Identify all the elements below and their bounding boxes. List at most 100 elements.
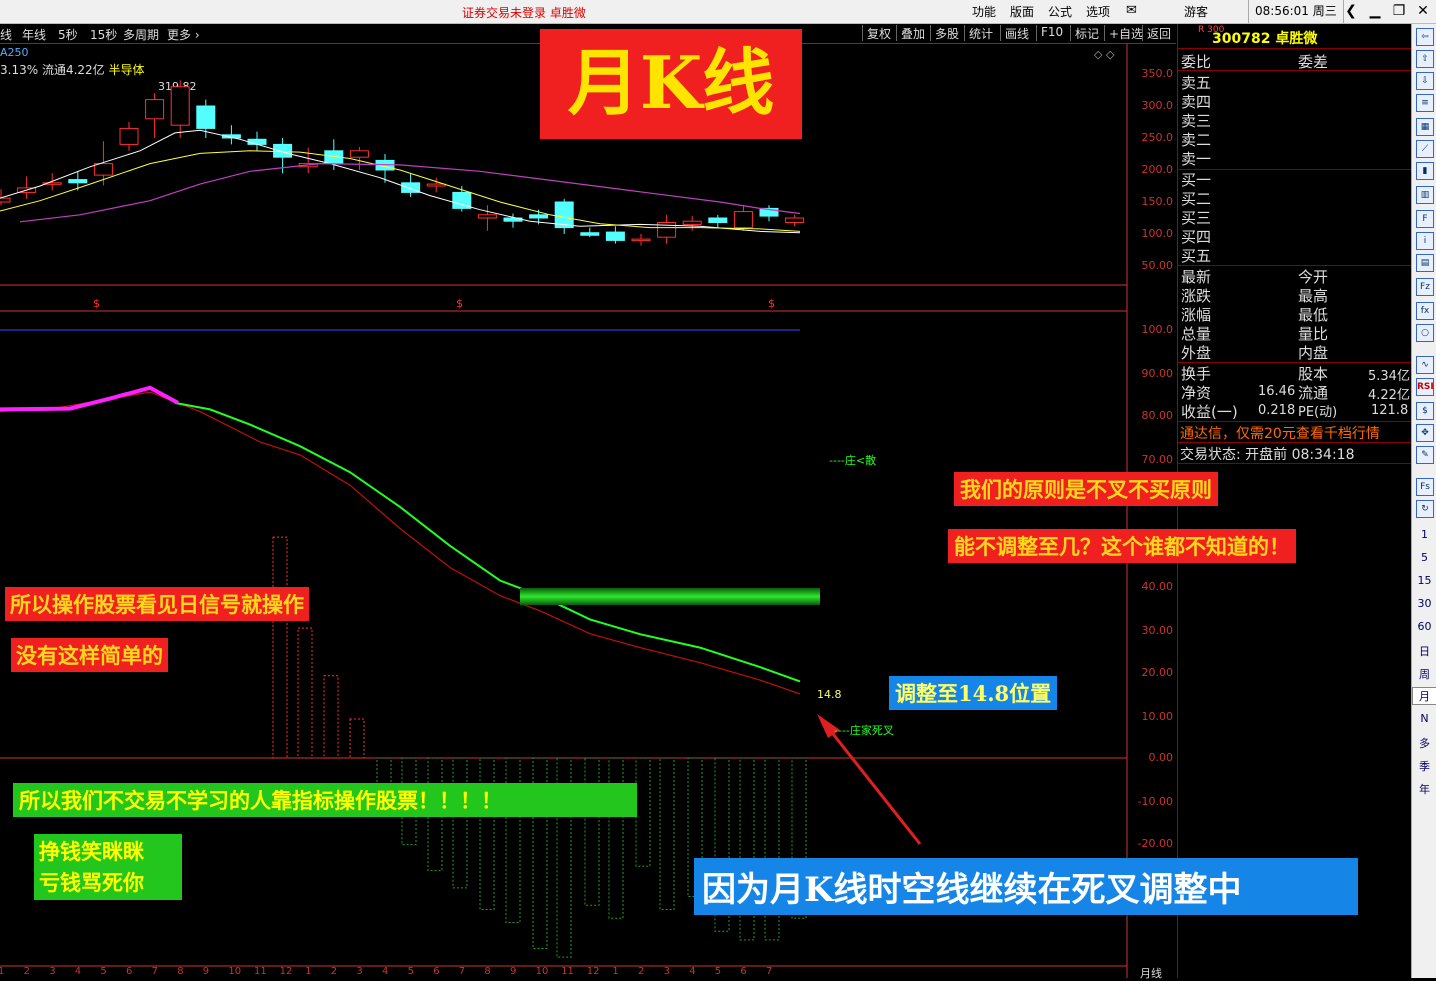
overlay-jokes: 挣钱笑眯眯 亏钱骂死你 (34, 834, 182, 900)
overlay-joke2: 亏钱骂死你 (39, 870, 144, 895)
minimize-icon[interactable]: ▁ (1364, 1, 1386, 21)
candle-body (708, 217, 728, 223)
kline-icon[interactable]: ▮ (1416, 162, 1434, 180)
signal-mark: $ (768, 297, 775, 310)
ind-tick: 0.00 (1148, 751, 1174, 764)
side-period-multi[interactable]: 多 (1412, 735, 1436, 751)
side-period-60[interactable]: 60 (1412, 620, 1436, 633)
close-icon[interactable]: ✕ (1412, 1, 1434, 21)
stat-latest: 最新 (1181, 268, 1212, 286)
ind-tick: 20.00 (1141, 666, 1174, 679)
move-icon[interactable]: ✥ (1416, 424, 1434, 442)
fin-netasset-label: 净资 (1181, 384, 1212, 402)
x-tick-label: 6 (126, 966, 133, 977)
price-tick: 50.00 (1141, 259, 1174, 272)
buy-2: 买二 (1181, 190, 1212, 208)
ind-tick: 30.00 (1141, 624, 1174, 637)
signal-mark: $ (456, 297, 463, 310)
axis-period-label: 月线 (1140, 967, 1162, 980)
price-tick: 350.0 (1141, 67, 1174, 80)
f10-icon[interactable]: F (1416, 210, 1434, 228)
stat-inner: 内盘 (1298, 344, 1329, 362)
table-icon[interactable]: ▦ (1416, 118, 1434, 136)
fs-icon[interactable]: Fs (1416, 478, 1434, 496)
fz-icon[interactable]: Fz (1416, 278, 1434, 296)
x-tick-label: 1 (305, 966, 312, 977)
candle-body (170, 86, 190, 126)
wave-icon[interactable]: ∿ (1416, 356, 1434, 374)
x-tick-label: 8 (484, 966, 491, 977)
restore-icon[interactable]: ❐ (1388, 1, 1410, 21)
buy-3: 买三 (1181, 209, 1212, 227)
list-icon[interactable]: ≡ (1416, 94, 1434, 112)
circle-icon[interactable]: ○ (1416, 324, 1434, 342)
fin-capital-value: 5.34亿 (1368, 369, 1410, 384)
doc-icon[interactable]: ▤ (1416, 254, 1434, 272)
price-tick: 300.0 (1141, 99, 1174, 112)
side-period-quarter[interactable]: 季 (1412, 758, 1436, 774)
side-period-day[interactable]: 日 (1412, 643, 1436, 659)
weibi-label: 委比 (1181, 53, 1212, 71)
fin-eps-label: 收益(一) (1181, 403, 1238, 421)
candle-body (247, 138, 267, 145)
x-tick-label: 12 (279, 966, 293, 977)
money-icon[interactable]: $ (1416, 402, 1434, 420)
candle-body (580, 232, 600, 236)
histogram-bar (376, 757, 392, 785)
x-tick-label: 2 (638, 966, 645, 977)
stat-high: 最高 (1298, 287, 1329, 305)
stock-name: 卓胜微 (1275, 31, 1318, 47)
side-period-month[interactable]: 月 (1412, 687, 1436, 705)
fin-float-value: 4.22亿 (1368, 388, 1410, 403)
x-tick-label: 9 (202, 966, 210, 977)
histogram-bar (323, 675, 339, 759)
histogram-bar (452, 757, 468, 889)
stat-outer: 外盘 (1181, 344, 1212, 362)
side-period-5[interactable]: 5 (1412, 551, 1436, 564)
side-period-15[interactable]: 15 (1412, 574, 1436, 587)
side-period-30[interactable]: 30 (1412, 597, 1436, 610)
pencil-icon[interactable]: ✎ (1416, 446, 1434, 464)
side-period-n[interactable]: N (1412, 712, 1436, 725)
promo-link[interactable]: 通达信，仅需20元查看千档行情 (1180, 423, 1380, 443)
buy-1: 买一 (1181, 171, 1212, 189)
info-icon[interactable]: i (1416, 232, 1434, 250)
overlay-op2: 没有这样简单的 (11, 638, 168, 672)
x-tick-label: 3 (356, 966, 363, 977)
bar-chart-icon[interactable]: ▥ (1416, 186, 1434, 204)
candle-body (631, 238, 651, 242)
nav-down-icon[interactable]: ⇩ (1416, 72, 1434, 90)
back-arrow-icon[interactable]: ❮ (1340, 1, 1362, 21)
x-tick-label: 9 (510, 966, 517, 977)
fx-icon[interactable]: fx (1416, 302, 1434, 320)
fin-eps-value: 0.218 (1258, 403, 1296, 418)
stat-vol-ratio: 量比 (1298, 325, 1329, 343)
ind-tick: 90.00 (1141, 367, 1174, 380)
weicha-label: 委差 (1298, 53, 1329, 71)
green-band (520, 588, 820, 605)
x-tick-label: 4 (689, 966, 696, 977)
x-tick-label: 1 (0, 966, 5, 977)
nav-left-icon[interactable]: ⇦ (1416, 28, 1434, 46)
sell-3: 卖三 (1181, 112, 1212, 130)
candle-body (349, 150, 369, 158)
side-toolbar: ⇦ ⇧ ⇩ ≡ ▦ ⟋ ▮ ▥ F i ▤ Fz fx ○ ∿ RSI $ ✥ … (1411, 24, 1436, 978)
stock-code-name: 300782 卓胜微 (1212, 28, 1317, 48)
x-tick-label: 11 (254, 966, 267, 977)
candle-body (426, 183, 446, 187)
side-period-1[interactable]: 1 (1412, 528, 1436, 541)
candle-body (0, 197, 11, 203)
nav-up-icon[interactable]: ⇧ (1416, 50, 1434, 68)
indicator-value: 14.8 (817, 688, 842, 701)
side-period-week[interactable]: 周 (1412, 666, 1436, 682)
x-tick-label: 5 (714, 966, 722, 977)
histogram-bar (659, 757, 675, 911)
refresh-icon[interactable]: ↻ (1416, 500, 1434, 518)
candle-body (196, 105, 216, 129)
rsi-icon[interactable]: RSI (1416, 378, 1434, 396)
line-chart-icon[interactable]: ⟋ (1416, 140, 1434, 158)
x-tick-label: 6 (740, 966, 747, 977)
side-period-year[interactable]: 年 (1412, 781, 1436, 797)
x-tick-label: 3 (49, 966, 56, 977)
x-tick-label: 10 (535, 966, 549, 977)
